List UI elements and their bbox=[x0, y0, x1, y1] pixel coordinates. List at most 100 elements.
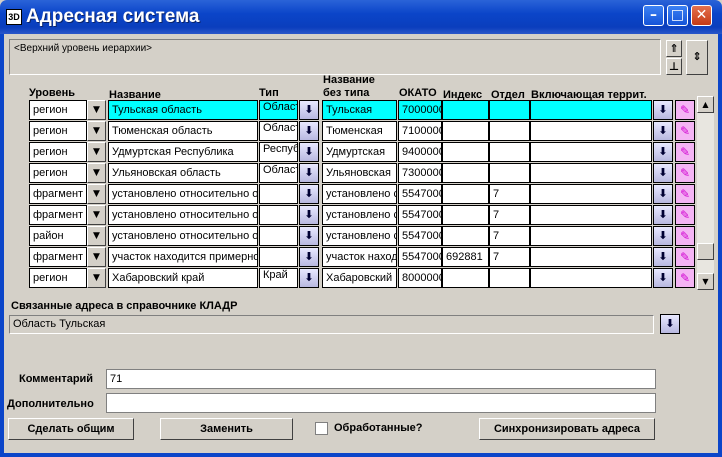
incl-territory-cell[interactable] bbox=[530, 226, 652, 246]
edit-button[interactable]: ✎ bbox=[675, 142, 695, 162]
level-dropdown[interactable]: ▼ bbox=[87, 121, 106, 141]
level-cell[interactable]: регион bbox=[29, 142, 87, 162]
level-dropdown[interactable]: ▼ bbox=[87, 268, 106, 288]
type-select-button[interactable]: ⬇ bbox=[299, 100, 319, 120]
dept-cell[interactable] bbox=[489, 268, 530, 288]
type-cell[interactable] bbox=[259, 205, 298, 225]
incl-territory-cell[interactable] bbox=[530, 142, 652, 162]
level-dropdown[interactable]: ▼ bbox=[87, 100, 106, 120]
okato-cell[interactable]: 8000000 bbox=[398, 268, 442, 288]
name-cell[interactable]: установлено относительно о bbox=[108, 226, 258, 246]
short-name-cell[interactable]: Хабаровский bbox=[322, 268, 397, 288]
level-cell[interactable]: регион bbox=[29, 268, 87, 288]
type-cell[interactable] bbox=[259, 184, 298, 204]
type-cell[interactable] bbox=[259, 226, 298, 246]
index-cell[interactable] bbox=[442, 268, 489, 288]
level-cell[interactable]: регион bbox=[29, 100, 87, 120]
name-cell[interactable]: установлено относительно о bbox=[108, 205, 258, 225]
level-cell[interactable]: фрагмент bbox=[29, 205, 87, 225]
type-cell[interactable] bbox=[259, 247, 298, 267]
incl-territory-cell[interactable] bbox=[530, 247, 652, 267]
level-dropdown[interactable]: ▼ bbox=[87, 142, 106, 162]
level-cell[interactable]: фрагмент bbox=[29, 184, 87, 204]
okato-cell[interactable]: 7100000 bbox=[398, 121, 442, 141]
to-top-level-button[interactable]: ⊥ bbox=[666, 58, 682, 75]
incl-select-button[interactable]: ⬇ bbox=[653, 142, 673, 162]
incl-select-button[interactable]: ⬇ bbox=[653, 163, 673, 183]
okato-cell[interactable]: 5547000 bbox=[398, 184, 442, 204]
type-cell[interactable]: Област bbox=[259, 163, 298, 183]
comment-input[interactable]: 71 bbox=[106, 369, 656, 389]
kladr-field[interactable]: Область Тульская bbox=[9, 315, 654, 334]
incl-select-button[interactable]: ⬇ bbox=[653, 226, 673, 246]
index-cell[interactable] bbox=[442, 163, 489, 183]
level-dropdown[interactable]: ▼ bbox=[87, 247, 106, 267]
level-dropdown[interactable]: ▼ bbox=[87, 184, 106, 204]
edit-button[interactable]: ✎ bbox=[675, 268, 695, 288]
level-cell[interactable]: регион bbox=[29, 121, 87, 141]
type-select-button[interactable]: ⬇ bbox=[299, 121, 319, 141]
type-select-button[interactable]: ⬇ bbox=[299, 268, 319, 288]
okato-cell[interactable]: 5547000 bbox=[398, 247, 442, 267]
scroll-up-button[interactable]: ▲ bbox=[697, 96, 714, 113]
name-cell[interactable]: Тюменская область bbox=[108, 121, 258, 141]
index-cell[interactable] bbox=[442, 100, 489, 120]
level-up-button[interactable]: ⇑ bbox=[666, 40, 682, 57]
index-cell[interactable] bbox=[442, 184, 489, 204]
dept-cell[interactable] bbox=[489, 121, 530, 141]
sync-addresses-button[interactable]: Синхронизировать адреса bbox=[479, 418, 655, 440]
tree-toggle-button[interactable]: ⇕ bbox=[686, 40, 708, 75]
edit-button[interactable]: ✎ bbox=[675, 205, 695, 225]
type-select-button[interactable]: ⬇ bbox=[299, 184, 319, 204]
incl-select-button[interactable]: ⬇ bbox=[653, 268, 673, 288]
kladr-select-button[interactable]: ⬇ bbox=[660, 314, 680, 334]
okato-cell[interactable]: 5547000 bbox=[398, 205, 442, 225]
type-select-button[interactable]: ⬇ bbox=[299, 163, 319, 183]
minimize-button[interactable]: – bbox=[643, 5, 664, 26]
dept-cell[interactable] bbox=[489, 142, 530, 162]
type-cell[interactable]: Област bbox=[259, 100, 298, 120]
type-select-button[interactable]: ⬇ bbox=[299, 247, 319, 267]
incl-territory-cell[interactable] bbox=[530, 268, 652, 288]
edit-button[interactable]: ✎ bbox=[675, 184, 695, 204]
incl-territory-cell[interactable] bbox=[530, 205, 652, 225]
index-cell[interactable] bbox=[442, 121, 489, 141]
short-name-cell[interactable]: установлено с bbox=[322, 205, 397, 225]
dept-cell[interactable]: 7 bbox=[489, 205, 530, 225]
dept-cell[interactable]: 7 bbox=[489, 247, 530, 267]
edit-button[interactable]: ✎ bbox=[675, 226, 695, 246]
incl-territory-cell[interactable] bbox=[530, 184, 652, 204]
incl-select-button[interactable]: ⬇ bbox=[653, 184, 673, 204]
name-cell[interactable]: Тульская область bbox=[108, 100, 258, 120]
index-cell[interactable] bbox=[442, 205, 489, 225]
incl-territory-cell[interactable] bbox=[530, 100, 652, 120]
type-cell[interactable]: Област bbox=[259, 121, 298, 141]
okato-cell[interactable]: 7300000 bbox=[398, 163, 442, 183]
index-cell[interactable] bbox=[442, 226, 489, 246]
short-name-cell[interactable]: Тюменская bbox=[322, 121, 397, 141]
level-dropdown[interactable]: ▼ bbox=[87, 205, 106, 225]
short-name-cell[interactable]: установлено с bbox=[322, 184, 397, 204]
type-select-button[interactable]: ⬇ bbox=[299, 226, 319, 246]
grid-scrollbar[interactable]: ▲ ▼ bbox=[697, 96, 714, 290]
type-cell[interactable]: Респуб bbox=[259, 142, 298, 162]
name-cell[interactable]: Ульяновская область bbox=[108, 163, 258, 183]
scroll-down-button[interactable]: ▼ bbox=[697, 273, 714, 290]
level-cell[interactable]: регион bbox=[29, 163, 87, 183]
dept-cell[interactable]: 7 bbox=[489, 184, 530, 204]
okato-cell[interactable]: 5547000 bbox=[398, 226, 442, 246]
level-cell[interactable]: район bbox=[29, 226, 87, 246]
app-icon[interactable]: 3D bbox=[6, 9, 22, 25]
processed-checkbox[interactable] bbox=[315, 422, 328, 435]
edit-button[interactable]: ✎ bbox=[675, 121, 695, 141]
close-button[interactable]: ✕ bbox=[691, 5, 712, 26]
okato-cell[interactable]: 7000000 bbox=[398, 100, 442, 120]
short-name-cell[interactable]: участок наход... bbox=[322, 247, 397, 267]
dept-cell[interactable] bbox=[489, 100, 530, 120]
type-cell[interactable]: Край bbox=[259, 268, 298, 288]
index-cell[interactable]: 692881 bbox=[442, 247, 489, 267]
name-cell[interactable]: участок находится примерно bbox=[108, 247, 258, 267]
incl-select-button[interactable]: ⬇ bbox=[653, 205, 673, 225]
scroll-thumb[interactable] bbox=[697, 243, 714, 260]
level-dropdown[interactable]: ▼ bbox=[87, 226, 106, 246]
